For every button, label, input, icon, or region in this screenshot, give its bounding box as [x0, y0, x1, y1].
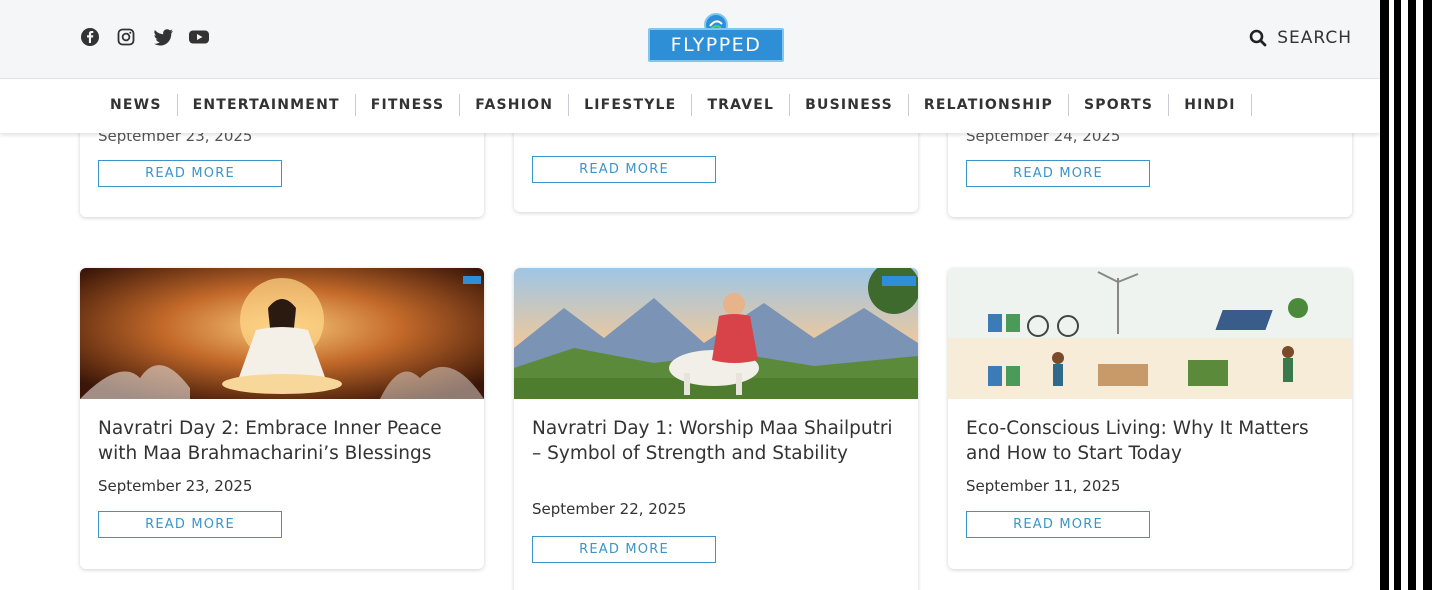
post-thumbnail[interactable]: [948, 268, 1352, 399]
screen-edge-bars: [1380, 0, 1440, 590]
edge-bar: [1394, 0, 1401, 590]
read-more-button[interactable]: READ MORE: [98, 511, 282, 538]
goddess-brahmacharini-image: [80, 268, 484, 399]
search-toggle[interactable]: SEARCH: [1249, 28, 1352, 48]
nav-item-news[interactable]: NEWS: [95, 94, 178, 116]
post-card-brahmacharini[interactable]: Navratri Day 2: Embrace Inner Peace with…: [80, 268, 484, 569]
post-date: September 22, 2025: [532, 500, 687, 518]
nav-item-relationship[interactable]: RELATIONSHIP: [909, 94, 1069, 116]
nav-item-hindi[interactable]: HINDI: [1169, 94, 1252, 116]
instagram-icon[interactable]: [116, 27, 138, 49]
nav-menu: NEWS ENTERTAINMENT FITNESS FASHION LIFES…: [95, 94, 1252, 116]
main-navigation: NEWS ENTERTAINMENT FITNESS FASHION LIFES…: [0, 79, 1380, 133]
facebook-icon[interactable]: [80, 27, 102, 49]
post-date: September 23, 2025: [98, 477, 253, 495]
read-more-button[interactable]: READ MORE: [98, 160, 282, 187]
post-date: September 11, 2025: [966, 477, 1121, 495]
eco-living-illustration: [948, 268, 1352, 399]
read-more-button[interactable]: READ MORE: [532, 536, 716, 563]
post-card-shailputri[interactable]: Navratri Day 1: Worship Maa Shailputri –…: [514, 268, 918, 590]
top-header: FLYPPED SEARCH: [0, 0, 1380, 79]
goddess-shailputri-image: [514, 268, 918, 399]
twitter-icon[interactable]: [152, 27, 174, 49]
nav-item-fashion[interactable]: FASHION: [460, 94, 570, 116]
post-title[interactable]: Navratri Day 2: Embrace Inner Peace with…: [98, 416, 468, 466]
post-thumbnail[interactable]: [514, 268, 918, 399]
edge-bar: [1408, 0, 1416, 590]
nav-item-fitness[interactable]: FITNESS: [356, 94, 461, 116]
read-more-button[interactable]: READ MORE: [966, 511, 1150, 538]
nav-item-lifestyle[interactable]: LIFESTYLE: [569, 94, 693, 116]
nav-item-business[interactable]: BUSINESS: [790, 94, 909, 116]
nav-item-travel[interactable]: TRAVEL: [692, 94, 791, 116]
post-title[interactable]: Eco-Conscious Living: Why It Matters and…: [966, 416, 1336, 466]
social-links: [80, 27, 210, 49]
search-icon: [1249, 29, 1267, 47]
post-thumbnail[interactable]: [80, 268, 484, 399]
post-card-eco[interactable]: Eco-Conscious Living: Why It Matters and…: [948, 268, 1352, 569]
nav-item-sports[interactable]: SPORTS: [1069, 94, 1170, 116]
search-label: SEARCH: [1277, 28, 1352, 48]
read-more-button[interactable]: READ MORE: [532, 156, 716, 183]
site-logo[interactable]: FLYPPED: [648, 28, 784, 62]
edge-bar: [1423, 0, 1432, 590]
nav-item-entertainment[interactable]: ENTERTAINMENT: [178, 94, 356, 116]
page: September 23, 2025 READ MORE READ MORE S…: [0, 0, 1380, 590]
read-more-button[interactable]: READ MORE: [966, 160, 1150, 187]
post-title[interactable]: Navratri Day 1: Worship Maa Shailputri –…: [532, 416, 902, 466]
youtube-icon[interactable]: [188, 27, 210, 49]
edge-bar: [1380, 0, 1389, 590]
